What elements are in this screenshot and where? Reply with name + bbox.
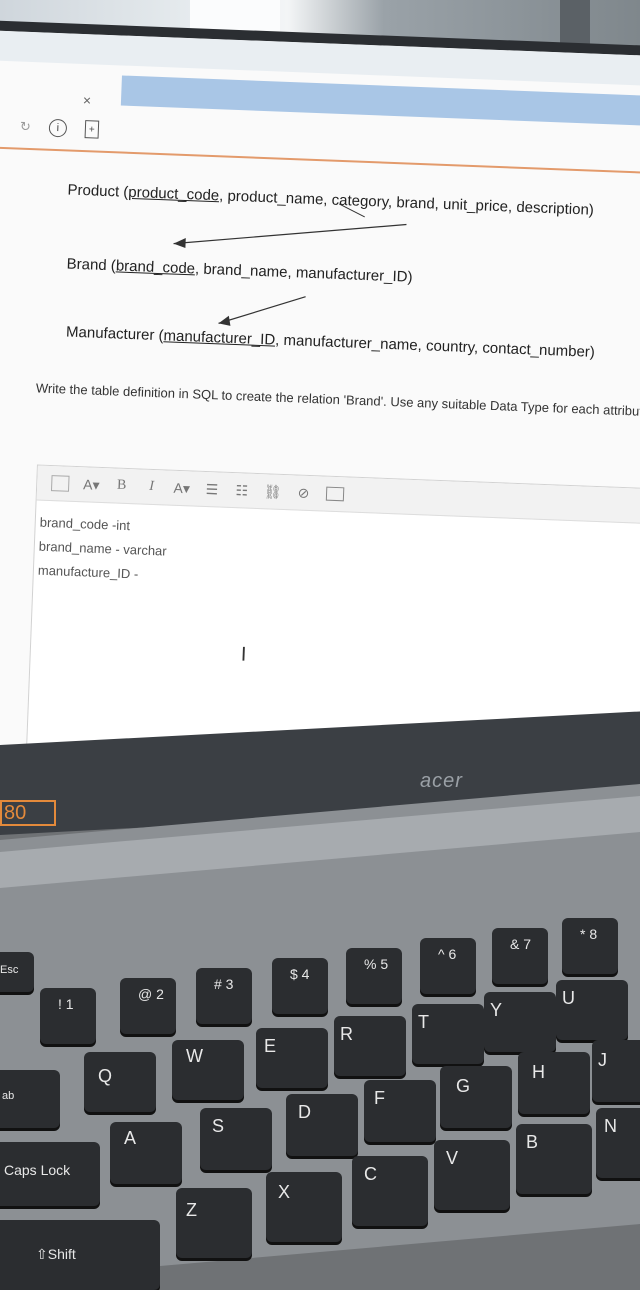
key-v[interactable]: V — [434, 1140, 510, 1210]
key-3[interactable]: # 3 — [196, 968, 252, 1024]
key-b[interactable]: B — [516, 1124, 592, 1194]
key-1[interactable]: ! 1 — [40, 988, 96, 1044]
key-a[interactable]: A — [110, 1122, 182, 1184]
arrow-line — [338, 203, 365, 218]
bullet-list-icon[interactable]: ☰ — [204, 480, 221, 499]
arrow-head — [173, 238, 186, 249]
key-g[interactable]: G — [440, 1066, 512, 1128]
key-u[interactable]: U — [556, 980, 628, 1040]
browser-screen: × ↻ i + Product (product_code, product_n… — [0, 30, 640, 776]
tab-key[interactable]: ab — [0, 1070, 60, 1128]
arrow-line — [218, 296, 306, 324]
font-color-button[interactable]: A ▾ — [173, 479, 190, 498]
sticker-badge: 80 — [0, 800, 56, 826]
laptop-screen-assembly: × ↻ i + Product (product_code, product_n… — [0, 20, 640, 807]
key-t[interactable]: T — [412, 1004, 484, 1064]
image-icon[interactable] — [325, 486, 344, 502]
link-icon[interactable]: ⛓ — [264, 482, 282, 501]
key-j[interactable]: J — [592, 1040, 640, 1102]
key-n[interactable]: N — [596, 1108, 640, 1178]
key-x[interactable]: X — [266, 1172, 342, 1242]
expand-toolbar-icon[interactable] — [50, 475, 70, 492]
key-f[interactable]: F — [364, 1080, 436, 1142]
key-7[interactable]: & 7 — [492, 928, 548, 984]
numbered-list-icon[interactable]: ☷ — [234, 481, 251, 500]
key-e[interactable]: E — [256, 1028, 328, 1088]
key-d[interactable]: D — [286, 1094, 358, 1156]
key-w[interactable]: W — [172, 1040, 244, 1100]
relationship-arrows — [173, 203, 407, 326]
key-q[interactable]: Q — [84, 1052, 156, 1112]
italic-button[interactable]: I — [143, 478, 160, 497]
arrow-head — [218, 315, 231, 326]
caps-lock-key[interactable]: Caps Lock — [0, 1142, 100, 1206]
key-c[interactable]: C — [352, 1156, 428, 1226]
key-5[interactable]: % 5 — [346, 948, 402, 1004]
key-r[interactable]: R — [334, 1016, 406, 1076]
key-s[interactable]: S — [200, 1108, 272, 1170]
bold-button[interactable]: B — [113, 476, 130, 495]
key-y[interactable]: Y — [484, 992, 556, 1052]
unlink-icon[interactable]: ⊘ — [295, 483, 312, 502]
font-size-button[interactable]: A ▾ — [83, 475, 100, 494]
key-6[interactable]: ^ 6 — [420, 938, 476, 994]
question-text: Write the table definition in SQL to cre… — [35, 380, 640, 420]
key-2[interactable]: @ 2 — [120, 978, 176, 1034]
key-z[interactable]: Z — [176, 1188, 252, 1258]
key-4[interactable]: $ 4 — [272, 958, 328, 1014]
esc-key[interactable]: Esc — [0, 952, 34, 992]
key-h[interactable]: H — [518, 1052, 590, 1114]
key-8[interactable]: * 8 — [562, 918, 618, 974]
text-cursor-icon: I — [240, 643, 247, 666]
arrow-line — [173, 223, 407, 245]
laptop-brand-logo: acer — [420, 770, 463, 792]
